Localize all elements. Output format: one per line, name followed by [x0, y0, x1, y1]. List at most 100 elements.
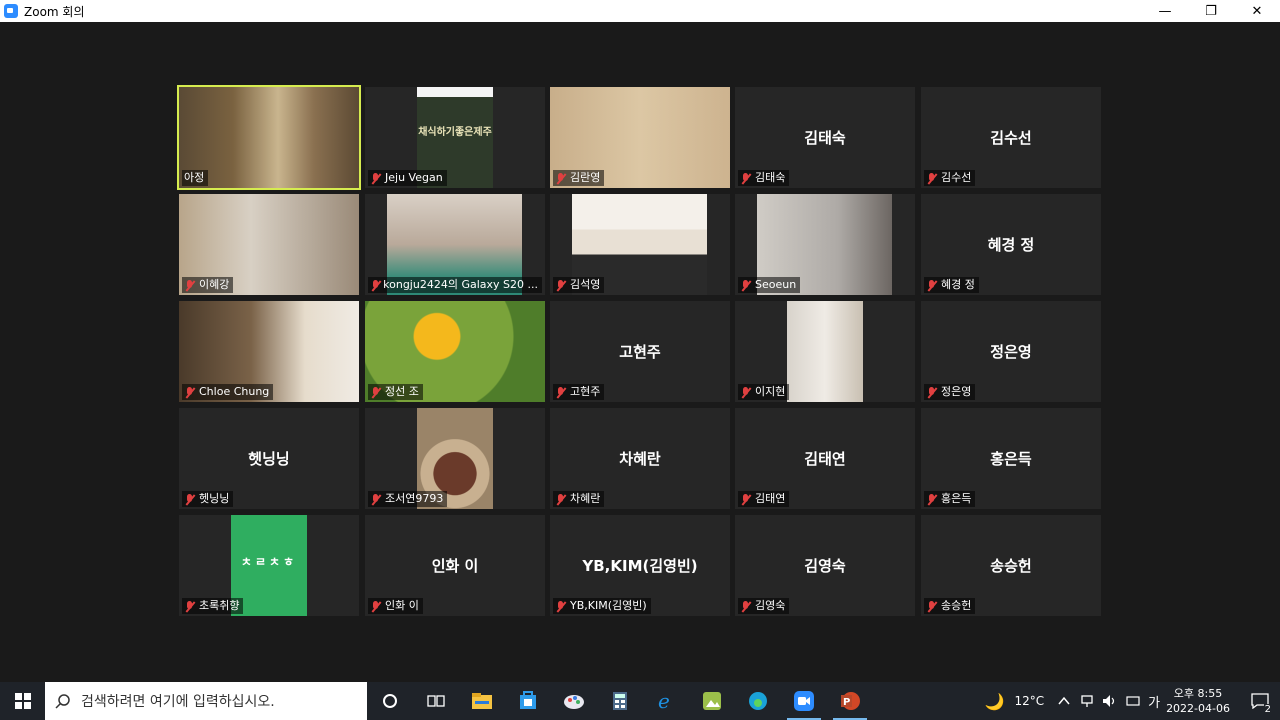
ime-indicator[interactable]: 가 [1148, 692, 1160, 711]
clock[interactable]: 오후 8:55 2022-04-06 [1166, 686, 1230, 716]
start-button[interactable] [0, 682, 45, 720]
participant-tile[interactable]: kongju2424의 Galaxy S20 ... [365, 194, 545, 295]
zoom-taskbar-button[interactable] [781, 682, 827, 720]
participant-nameplate: YB,KIM(김영빈) [553, 598, 651, 614]
file-explorer-icon [472, 693, 492, 709]
restore-button[interactable]: ❐ [1188, 0, 1234, 22]
participant-name: Chloe Chung [199, 385, 270, 398]
windows-icon [14, 693, 31, 709]
participant-tile[interactable]: 김태숙 김태숙 [735, 87, 915, 188]
participant-nameplate: 송승헌 [924, 598, 976, 614]
muted-mic-icon [370, 386, 382, 399]
participant-tile[interactable]: 김란영 [550, 87, 730, 188]
clock-date: 2022-04-06 [1166, 702, 1230, 715]
participant-tile[interactable]: 고현주 고현주 [550, 301, 730, 402]
participant-tile[interactable]: 김수선 김수선 [921, 87, 1101, 188]
muted-mic-icon [184, 600, 196, 613]
participant-nameplate: 조서연9793 [368, 491, 448, 507]
participant-nameplate: 차혜란 [553, 491, 605, 507]
minimize-button[interactable]: — [1142, 0, 1188, 22]
participant-name: 차혜란 [570, 492, 601, 505]
store-button[interactable] [505, 682, 551, 720]
cortana-button[interactable] [367, 682, 413, 720]
participant-center-name: 헷닝닝 [248, 450, 290, 468]
muted-mic-icon [370, 279, 380, 292]
participant-tile[interactable]: 차혜란 차혜란 [550, 408, 730, 509]
participant-center-name: 김태숙 [804, 129, 846, 147]
muted-mic-icon [555, 600, 567, 613]
participant-tile[interactable]: 홍은득 홍은득 [921, 408, 1101, 509]
participant-nameplate: 김수선 [924, 170, 976, 186]
participant-tile[interactable]: ㅊㄹㅊㅎ 초록취향 [179, 515, 359, 616]
participant-tile[interactable]: 채식하기좋은제주 Jeju Vegan [365, 87, 545, 188]
participant-nameplate: 정선 조 [368, 384, 423, 400]
task-view-button[interactable] [413, 682, 459, 720]
task-view-icon [427, 695, 445, 707]
participant-center-name: 인화 이 [431, 557, 479, 575]
window-title: Zoom 회의 [24, 4, 85, 19]
participant-nameplate: 김영숙 [738, 598, 790, 614]
calculator-icon [613, 692, 627, 710]
edge-icon [749, 692, 767, 710]
muted-mic-icon [926, 172, 938, 185]
ime-mode-icon[interactable] [1126, 694, 1140, 708]
edge-button[interactable] [735, 682, 781, 720]
muted-mic-icon [740, 600, 752, 613]
weather-temperature[interactable]: 12°C [1014, 694, 1044, 708]
participant-nameplate: Jeju Vegan [368, 170, 447, 186]
volume-icon[interactable] [1102, 694, 1118, 708]
svg-text:e: e [658, 690, 670, 712]
participant-center-name: 차혜란 [619, 450, 661, 468]
weather-moon-icon[interactable]: 🌙 [985, 692, 1005, 711]
gallery-view: 아정 채식하기좋은제주 Jeju Vegan 김란영 김태숙 김태숙 김수선 김수선이혜강 ko… [0, 22, 1280, 682]
participant-center-name: 혜경 정 [987, 236, 1035, 254]
participant-name: YB,KIM(김영빈) [570, 599, 647, 612]
calculator-button[interactable] [597, 682, 643, 720]
participant-tile[interactable]: 김석영 [550, 194, 730, 295]
participant-center-name: 홍은득 [990, 450, 1032, 468]
participant-nameplate: 김석영 [553, 277, 605, 293]
participant-tile[interactable]: 아정 [177, 85, 361, 190]
participant-tile[interactable]: 이지현 [735, 301, 915, 402]
svg-text:P: P [843, 697, 850, 708]
participant-tile[interactable]: 정은영 정은영 [921, 301, 1101, 402]
participant-tile[interactable]: Chloe Chung [179, 301, 359, 402]
participant-name: 홍은득 [941, 492, 972, 505]
participant-tile[interactable]: 이혜강 [179, 194, 359, 295]
participant-name: 정선 조 [385, 385, 419, 398]
action-center-button[interactable]: 2 [1240, 682, 1280, 720]
powerpoint-taskbar-button[interactable]: P [827, 682, 873, 720]
muted-mic-icon [184, 386, 196, 399]
participant-tile[interactable]: 헷닝닝 헷닝닝 [179, 408, 359, 509]
ie-icon: e [658, 690, 670, 712]
photos-button[interactable] [689, 682, 735, 720]
participant-nameplate: Chloe Chung [182, 384, 274, 400]
participant-tile[interactable]: 송승헌 송승헌 [921, 515, 1101, 616]
participant-tile[interactable]: Seoeun [735, 194, 915, 295]
network-icon[interactable] [1080, 694, 1094, 708]
ie-button[interactable]: e [643, 682, 689, 720]
close-button[interactable]: ✕ [1234, 0, 1280, 22]
muted-mic-icon [555, 493, 567, 506]
participant-name: 정은영 [941, 385, 972, 398]
participant-tile[interactable]: 인화 이 인화 이 [365, 515, 545, 616]
participant-tile[interactable]: YB,KIM(김영빈) YB,KIM(김영빈) [550, 515, 730, 616]
file-explorer-button[interactable] [459, 682, 505, 720]
taskbar-search[interactable]: 검색하려면 여기에 입력하십시오. [45, 682, 367, 720]
participant-name: 김석영 [570, 278, 601, 291]
participant-tile[interactable]: 혜경 정 혜경 정 [921, 194, 1101, 295]
participant-name: kongju2424의 Galaxy S20 ... [383, 278, 538, 291]
participant-tile[interactable]: 정선 조 [365, 301, 545, 402]
participant-center-name: 김태연 [804, 450, 846, 468]
participant-tile[interactable]: 김영숙 김영숙 [735, 515, 915, 616]
zoom-icon [794, 691, 814, 711]
chevron-up-icon[interactable] [1058, 695, 1070, 707]
participant-name: 이지현 [755, 385, 786, 398]
participant-tile[interactable]: 조서연9793 [365, 408, 545, 509]
participant-nameplate: 김태연 [738, 491, 790, 507]
paint-button[interactable] [551, 682, 597, 720]
muted-mic-icon [926, 600, 938, 613]
participant-tile[interactable]: 김태연 김태연 [735, 408, 915, 509]
store-icon [520, 691, 536, 709]
participant-nameplate: kongju2424의 Galaxy S20 ... [368, 277, 542, 293]
